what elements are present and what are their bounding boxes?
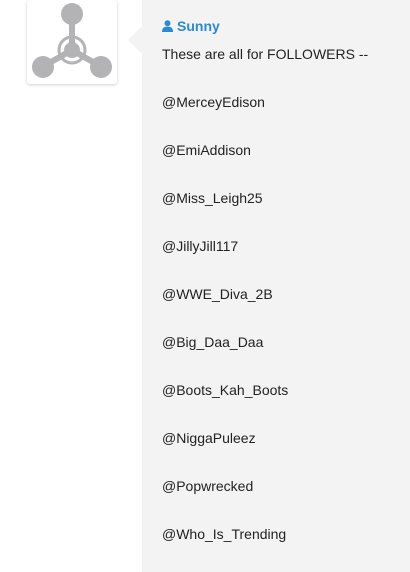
author-link[interactable]: Sunny	[162, 18, 220, 34]
follower-handle: @WWE_Diva_2B	[162, 286, 273, 302]
author-name: Sunny	[177, 18, 220, 34]
follower-handle: @NiggaPuleez	[162, 430, 256, 446]
post-message: These are all for FOLLOWERS -- @MerceyEd…	[162, 44, 402, 544]
follower-handle: @JillyJill117	[162, 238, 239, 254]
forum-post: Sunny These are all for FOLLOWERS -- @Me…	[0, 0, 410, 572]
user-icon	[162, 20, 173, 32]
follower-handle: @Miss_Leigh25	[162, 190, 263, 206]
speech-bubble-arrow	[128, 26, 142, 54]
follower-handle: @Big_Daa_Daa	[162, 334, 264, 350]
post-intro-text: These are all for FOLLOWERS --	[162, 46, 369, 62]
default-avatar-icon	[32, 3, 112, 78]
follower-handle: @Boots_Kah_Boots	[162, 382, 289, 398]
avatar[interactable]	[27, 0, 117, 84]
follower-handle: @Popwrecked	[162, 478, 254, 494]
follower-handle: @EmiAddison	[162, 142, 251, 158]
follower-handle: @Who_Is_Trending	[162, 526, 287, 542]
follower-handle: @MerceyEdison	[162, 94, 265, 110]
